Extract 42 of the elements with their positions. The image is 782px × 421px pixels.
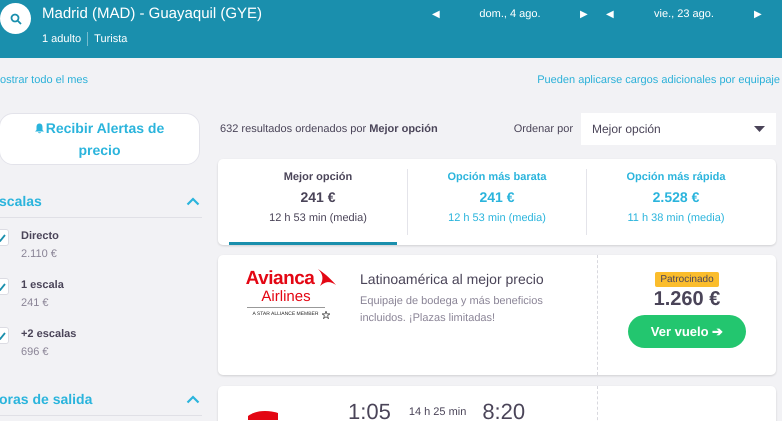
ad-price: 1.260 € [654,287,720,311]
previous-date-button[interactable]: ◀ [432,6,440,22]
date-field[interactable]: dom., 4 ago. [440,6,580,22]
sort-dropdown[interactable]: Mejor opción [581,113,776,145]
filter-option-label: Directo [21,229,59,244]
arrival-time: 8:20 [482,400,526,421]
month-link[interactable]: ostrar todo el mes [0,72,88,88]
sort-tab[interactable]: Mejor opción 241 € 12 h 53 min (media) [229,159,407,245]
sponsored-badge: Patrocinado [655,272,719,287]
ad-description: Equipaje de bodega y más beneficios incluidos. ¡Plazas limitadas! [360,294,544,326]
filter-option-label: 1 escala [21,278,64,293]
sort-tab[interactable]: Opción más barata 241 € 12 h 53 min (media) [407,169,586,235]
chevron-icon[interactable] [186,394,200,404]
departure-time: 1:05 [348,400,391,421]
airline-logo-icon [248,410,278,420]
airline-logo-subtext: Airlines [247,289,325,308]
filter-option-price: 696 € [21,345,50,359]
airline-logo-text: Avianca [246,269,314,289]
previous-date-button[interactable]: ◀ [606,6,614,22]
filter-option-price: 2.110 € [21,247,58,261]
sort-tab[interactable]: Opción más rápida 2.528 € 11 h 38 min (media) [586,169,765,235]
price-alert-button[interactable]: Recibir Alertas de precio [0,113,200,165]
filter-option-label: +2 escalas [21,327,76,342]
star-icon [322,311,330,319]
view-flight-button[interactable]: Ver vuelo ➔ [628,315,746,348]
chevron-icon[interactable] [186,196,200,206]
ad-title: Latinoamérica al mejor precio [360,270,545,288]
baggage-fees-link[interactable]: Pueden aplicarse cargos adicionales por equipaje [537,72,780,88]
next-date-button[interactable]: ▶ [754,6,762,22]
route-title: Madrid (MAD) - Guayaquil (GYE) [42,4,262,24]
sort-label: Ordenar por [514,122,573,137]
date-field[interactable]: vie., 23 ago. [614,6,754,22]
caret-icon [754,126,765,132]
flight-duration: 14 h 25 min [408,405,466,419]
bell-icon [34,123,44,134]
next-date-button[interactable]: ▶ [580,6,588,22]
filter-option-price: 241 € [21,296,50,310]
cabin-class: Turista [94,32,128,46]
passenger-count: 1 adulto [42,32,82,46]
search-icon [10,12,22,24]
search-button[interactable] [0,3,31,34]
results-summary: 632 resultados ordenados por Mejor opción [220,122,438,137]
